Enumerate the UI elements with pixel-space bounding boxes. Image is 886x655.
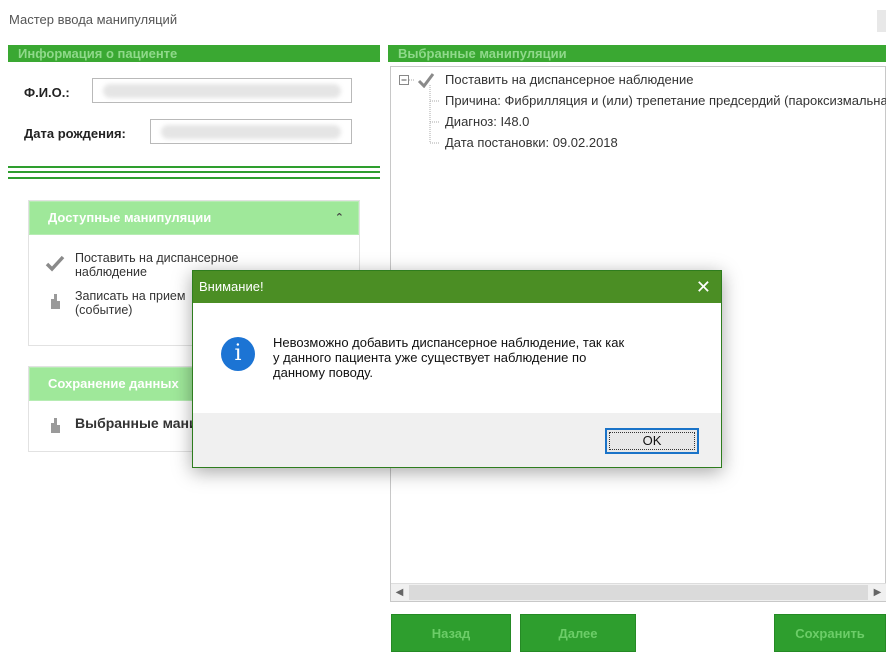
manipulation-item-label: Записать на прием (событие) — [75, 289, 186, 317]
back-button[interactable]: Назад — [391, 614, 511, 652]
scroll-left-icon[interactable]: ◀ — [391, 584, 408, 601]
divider — [8, 177, 380, 179]
dob-label: Дата рождения: — [24, 126, 126, 141]
window-title: Мастер ввода манипуляций — [9, 12, 178, 27]
tree-child-reason[interactable]: Причина: Фибрилляция и (или) трепетание … — [445, 93, 886, 108]
scroll-thumb[interactable] — [409, 585, 868, 600]
fio-label: Ф.И.О.: — [24, 85, 70, 100]
divider — [8, 166, 380, 168]
warning-dialog: Внимание! ✕ i Невозможно добавить диспан… — [192, 270, 722, 468]
dialog-message-line: у данного пациента уже существует наблюд… — [273, 350, 587, 365]
hand-pointer-icon — [51, 418, 60, 433]
save-button[interactable]: Сохранить — [774, 614, 886, 652]
info-icon: i — [221, 337, 255, 371]
tree-child-date[interactable]: Дата постановки: 09.02.2018 — [445, 135, 618, 150]
scroll-right-icon[interactable]: ▶ — [869, 584, 886, 601]
available-manipulations-header[interactable]: Доступные манипуляции ⌃ — [29, 201, 359, 235]
hand-pointer-icon — [51, 294, 60, 309]
dob-field[interactable] — [150, 119, 352, 144]
window-corner-button[interactable] — [877, 10, 886, 32]
fio-field[interactable] — [92, 78, 352, 103]
dialog-footer: OK — [193, 413, 721, 467]
dialog-titlebar: Внимание! ✕ — [193, 271, 721, 303]
horizontal-scrollbar[interactable]: ◀ ▶ — [391, 583, 886, 601]
ok-button-label: OK — [642, 433, 662, 448]
tree-root-node[interactable]: Поставить на диспансерное наблюдение — [445, 72, 693, 87]
collapse-chevron-icon[interactable]: ⌃ — [335, 202, 344, 234]
divider — [8, 171, 380, 173]
dialog-message: Невозможно добавить диспансерное наблюде… — [273, 335, 693, 380]
save-data-title: Сохранение данных — [48, 376, 179, 391]
available-manipulations-title: Доступные манипуляции — [48, 210, 212, 225]
next-button[interactable]: Далее — [520, 614, 636, 652]
dialog-title: Внимание! — [199, 279, 264, 294]
close-icon[interactable]: ✕ — [696, 271, 711, 303]
patient-info-header: Информация о пациенте — [8, 45, 380, 62]
dialog-message-line: Невозможно добавить диспансерное наблюде… — [273, 335, 625, 350]
checkmark-icon — [45, 255, 65, 272]
dialog-message-line: данному поводу. — [273, 365, 373, 380]
checkmark-icon — [417, 73, 435, 88]
selected-manipulations-header: Выбранные манипуляции — [388, 45, 886, 62]
tree-child-diagnosis[interactable]: Диагноз: I48.0 — [445, 114, 529, 129]
ok-button[interactable]: OK — [605, 428, 699, 454]
manipulation-item-appointment[interactable]: Записать на прием (событие) — [29, 289, 189, 317]
